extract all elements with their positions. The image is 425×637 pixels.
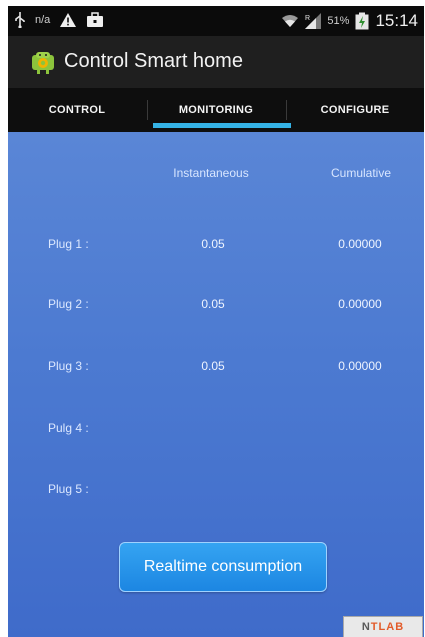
status-bar: n/a R 51% 15:14 xyxy=(8,6,424,36)
android-icon[interactable] xyxy=(30,49,56,75)
header-instantaneous: Instantaneous xyxy=(173,166,249,180)
netlab-logo: N T LAB xyxy=(343,616,423,637)
plug-2-label: Plug 2 : xyxy=(48,297,89,311)
selected-tab-indicator xyxy=(153,123,291,128)
usb-icon xyxy=(15,12,25,28)
network-label: n/a xyxy=(35,14,51,26)
briefcase-icon xyxy=(87,12,104,27)
status-right-icons: R 51% 15:14 xyxy=(281,11,418,31)
logo-text-b: T xyxy=(370,621,379,633)
battery-percent: 51% xyxy=(327,15,350,27)
plug-3-cumulative: 0.00000 xyxy=(338,359,382,373)
tab-configure[interactable]: CONFIGURE xyxy=(286,88,424,132)
app-title: Control Smart home xyxy=(64,50,243,72)
battery-icon xyxy=(355,12,369,30)
plug-1-instantaneous: 0.05 xyxy=(201,237,225,251)
plug-1-label: Plug 1 : xyxy=(48,237,89,251)
plug-3-instantaneous: 0.05 xyxy=(201,359,225,373)
svg-text:R: R xyxy=(305,15,310,22)
plug-2-instantaneous: 0.05 xyxy=(201,297,225,311)
wifi-icon xyxy=(282,15,299,27)
realtime-consumption-button[interactable]: Realtime consumption xyxy=(119,542,327,592)
signal-icon: R xyxy=(305,13,322,29)
phone-screen: n/a R 51% 15:14 Control Smart home CONTR… xyxy=(8,6,424,637)
plug-4-label: Pulg 4 : xyxy=(48,421,89,435)
plug-3-label: Plug 3 : xyxy=(48,359,89,373)
tab-control[interactable]: CONTROL xyxy=(8,88,146,132)
monitoring-panel: Instantaneous Cumulative Plug 1 : 0.05 0… xyxy=(8,132,424,637)
plug-1-cumulative: 0.00000 xyxy=(338,237,382,251)
clock: 15:14 xyxy=(375,11,418,30)
status-left-icons: n/a xyxy=(14,12,104,28)
logo-text-a: N xyxy=(361,621,371,633)
header-cumulative: Cumulative xyxy=(330,166,392,180)
action-bar: Control Smart home xyxy=(8,36,424,89)
logo-text-c: LAB xyxy=(378,621,405,633)
warning-icon xyxy=(60,13,77,27)
plug-5-label: Plug 5 : xyxy=(48,482,89,496)
plug-2-cumulative: 0.00000 xyxy=(338,297,382,311)
